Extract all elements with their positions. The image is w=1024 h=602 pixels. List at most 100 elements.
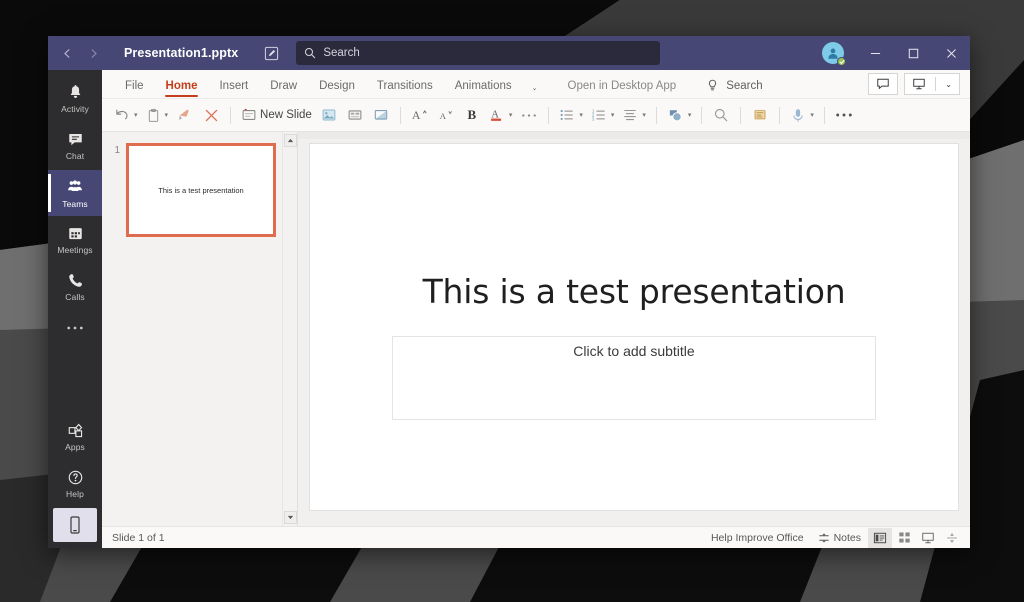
- tab-file[interactable]: File: [114, 80, 155, 98]
- layout-button[interactable]: [342, 102, 368, 128]
- lightbulb-icon: [706, 79, 719, 92]
- find-button[interactable]: [708, 102, 734, 128]
- font-color-button[interactable]: A ▾: [485, 102, 517, 128]
- svg-text:A: A: [439, 111, 446, 121]
- search-input[interactable]: Search: [296, 41, 661, 65]
- bullets-button[interactable]: ▾: [555, 102, 587, 128]
- bell-icon: [67, 84, 84, 101]
- chevron-down-icon[interactable]: ▾: [688, 111, 692, 119]
- apps-grid-icon: [67, 422, 84, 439]
- edit-square-icon[interactable]: [260, 42, 282, 64]
- undo-button[interactable]: ▾: [110, 102, 142, 128]
- tab-transitions[interactable]: Transitions: [366, 80, 444, 98]
- thumbnail-scrollbar[interactable]: [282, 132, 297, 526]
- more-commands-button[interactable]: [831, 102, 857, 128]
- chevron-down-icon[interactable]: ▾: [165, 111, 169, 119]
- normal-view-button[interactable]: [868, 527, 892, 548]
- sidebar-item-calls[interactable]: Calls: [48, 264, 102, 310]
- open-in-desktop-app-button[interactable]: Open in Desktop App: [568, 80, 677, 98]
- avatar[interactable]: [822, 42, 846, 66]
- sidebar-item-chat[interactable]: Chat: [48, 123, 102, 169]
- chevron-down-icon[interactable]: ▾: [611, 111, 615, 119]
- tab-design[interactable]: Design: [308, 80, 366, 98]
- teams-powerpoint-window: Presentation1.pptx Search Activity Chat …: [48, 36, 970, 548]
- scroll-up-arrow-icon[interactable]: [283, 134, 297, 147]
- close-button[interactable]: [932, 36, 970, 70]
- slide-sorter-button[interactable]: [892, 528, 916, 548]
- sidebar-item-label: Meetings: [57, 245, 93, 255]
- format-painter-button[interactable]: [172, 102, 198, 128]
- maximize-button[interactable]: [894, 36, 932, 70]
- bold-button[interactable]: B: [459, 102, 485, 128]
- tab-animations[interactable]: Animations: [444, 80, 523, 98]
- sidebar-item-label: Teams: [62, 198, 88, 209]
- calendar-icon: [67, 225, 84, 242]
- toolbar-divider: [779, 106, 781, 124]
- shape-styles-button[interactable]: ▾: [663, 102, 696, 128]
- sidebar-item-label: Activity: [61, 104, 89, 114]
- designer-button[interactable]: [747, 102, 773, 128]
- help-improve-office-link[interactable]: Help Improve Office: [704, 528, 811, 548]
- toolbar-divider: [399, 106, 401, 124]
- reading-view-button[interactable]: [916, 528, 940, 548]
- present-chevron-down-icon[interactable]: ⌄: [945, 80, 952, 89]
- sidebar-item-apps[interactable]: Apps: [48, 414, 102, 460]
- new-slide-button[interactable]: New Slide: [237, 102, 316, 128]
- chevron-down-icon[interactable]: ▾: [579, 111, 583, 119]
- ribbon-tab-bar: File Home Insert Draw Design Transitions…: [102, 70, 970, 99]
- scroll-down-arrow-icon[interactable]: [283, 511, 297, 524]
- paste-button[interactable]: ▾: [142, 102, 173, 128]
- chevron-down-icon[interactable]: ▾: [810, 111, 814, 119]
- slide-thumbnail-pane: 1 This is a test presentation: [102, 132, 298, 526]
- notes-button[interactable]: Notes: [811, 528, 868, 548]
- canvas-viewport: This is a test presentation Click to add…: [298, 139, 970, 526]
- dictate-button[interactable]: ▾: [786, 102, 818, 128]
- sidebar-item-activity[interactable]: Activity: [48, 76, 102, 122]
- slide-subtitle-placeholder[interactable]: Click to add subtitle: [392, 336, 876, 420]
- phone-icon: [67, 272, 84, 289]
- shape-button[interactable]: [368, 102, 394, 128]
- search-placeholder: Search: [323, 47, 360, 59]
- tab-home[interactable]: Home: [155, 80, 209, 98]
- slide-canvas[interactable]: This is a test presentation Click to add…: [309, 143, 959, 511]
- slide-title-placeholder[interactable]: This is a test presentation: [350, 272, 918, 311]
- slide-subtitle-text: Click to add subtitle: [573, 343, 695, 359]
- fit-to-window-icon[interactable]: [940, 528, 964, 548]
- toolbar-divider: [740, 106, 742, 124]
- more-font-options-button[interactable]: [516, 102, 542, 128]
- align-button[interactable]: ▾: [618, 102, 650, 128]
- more-dots-icon: [66, 325, 84, 331]
- toolbar-divider: [548, 106, 550, 124]
- numbering-button[interactable]: 1 2 3 ▾: [587, 102, 619, 128]
- slide-thumbnail-list: 1 This is a test presentation: [102, 132, 282, 526]
- minimize-button[interactable]: [856, 36, 894, 70]
- app-rail: Activity Chat Teams Meetings Calls Apps …: [48, 70, 102, 548]
- clear-formatting-button[interactable]: [198, 102, 224, 128]
- tab-overflow-chevron-down-icon[interactable]: ⌄: [524, 84, 546, 98]
- sidebar-item-more[interactable]: [48, 311, 102, 345]
- title-bar: Presentation1.pptx Search: [48, 36, 970, 70]
- toolbar-divider: [701, 106, 703, 124]
- window-body: Activity Chat Teams Meetings Calls Apps …: [48, 70, 970, 548]
- sidebar-item-help[interactable]: Help: [48, 461, 102, 507]
- picture-button[interactable]: [316, 102, 342, 128]
- present-button[interactable]: ⌄: [904, 73, 960, 95]
- chevron-down-icon[interactable]: ▾: [134, 111, 138, 119]
- teams-people-icon: [66, 178, 84, 196]
- slide-thumbnail-1[interactable]: This is a test presentation: [126, 143, 276, 237]
- shrink-font-button[interactable]: A: [433, 102, 459, 128]
- forward-button[interactable]: [80, 40, 106, 66]
- tab-insert[interactable]: Insert: [208, 80, 259, 98]
- mobile-phone-icon[interactable]: [53, 508, 97, 542]
- notes-icon: [818, 532, 830, 544]
- chevron-down-icon[interactable]: ▾: [642, 111, 646, 119]
- chevron-down-icon[interactable]: ▾: [509, 111, 513, 119]
- status-bar: Slide 1 of 1 Help Improve Office Notes: [102, 526, 970, 548]
- sidebar-item-teams[interactable]: Teams: [48, 170, 102, 216]
- comments-button[interactable]: [868, 73, 899, 95]
- grow-font-button[interactable]: A: [407, 102, 433, 128]
- tab-draw[interactable]: Draw: [259, 80, 308, 98]
- sidebar-item-meetings[interactable]: Meetings: [48, 217, 102, 263]
- back-button[interactable]: [54, 40, 80, 66]
- ribbon-search-button[interactable]: Search: [706, 79, 763, 98]
